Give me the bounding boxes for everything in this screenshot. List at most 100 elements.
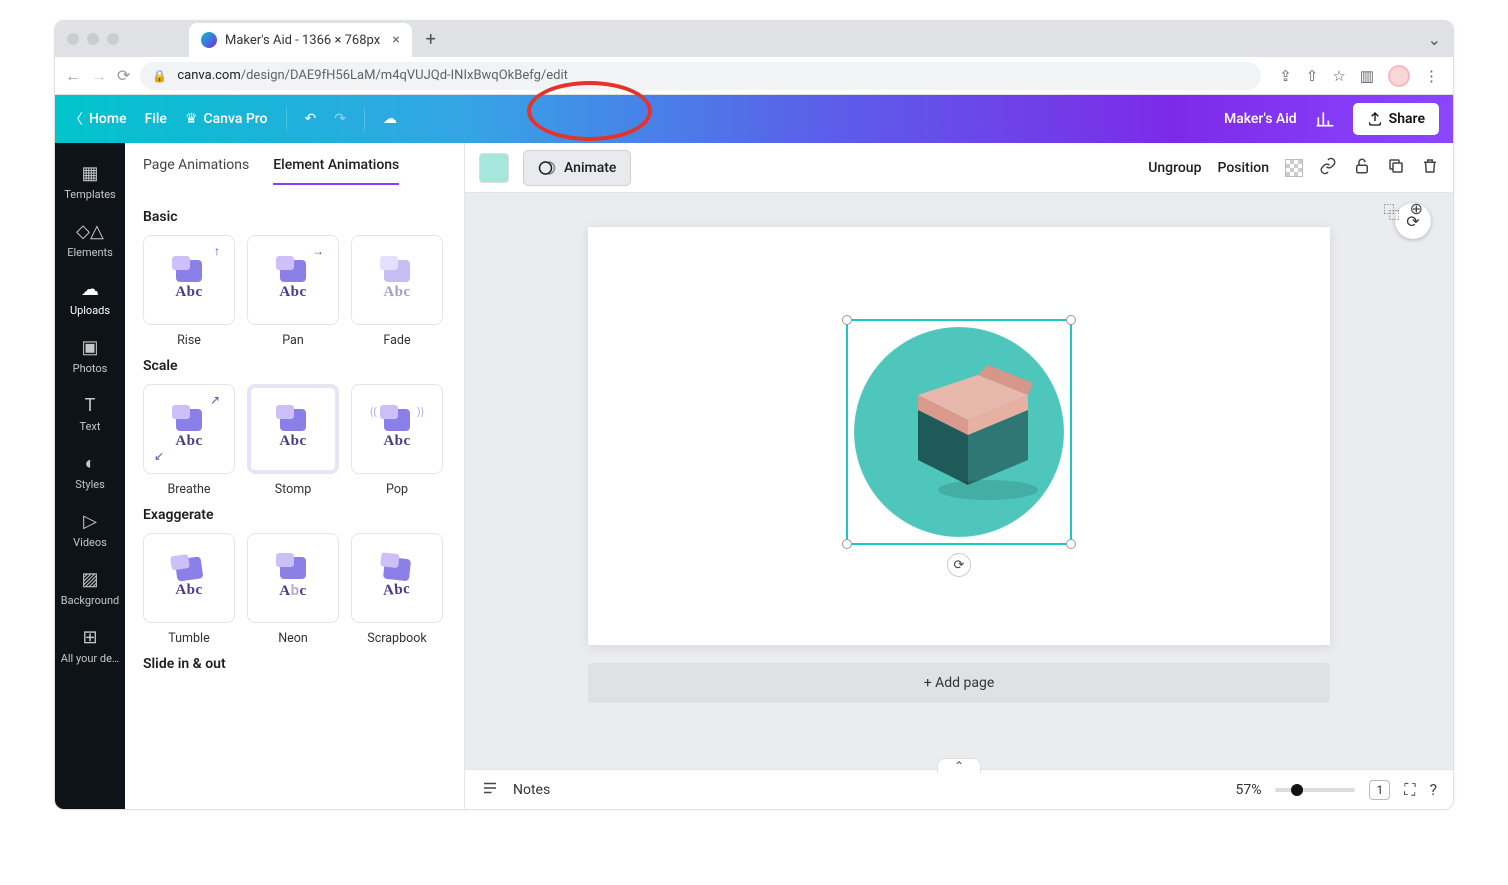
- browser-right-icons: ⇪ ⇧ ☆ ▥ ⋮: [1279, 65, 1439, 87]
- new-tab-button[interactable]: +: [426, 29, 436, 50]
- animations-tabs: Page Animations Element Animations: [125, 143, 464, 185]
- lock-icon: 🔒: [152, 69, 167, 83]
- project-name[interactable]: Maker's Aid: [1224, 111, 1297, 127]
- templates-icon: ▦: [81, 163, 98, 184]
- app-body: ▦Templates ◇△Elements ☁Uploads ▣Photos T…: [55, 143, 1453, 809]
- anim-stomp[interactable]: Abc: [247, 384, 339, 474]
- up-arrow-icon: ↑: [214, 244, 220, 258]
- collapse-panel-tab[interactable]: ⌃: [937, 758, 981, 773]
- crown-icon: ♛: [185, 111, 198, 127]
- rail-photos[interactable]: ▣Photos: [55, 327, 125, 385]
- design-page[interactable]: ⟳: [588, 227, 1330, 645]
- tab-title: Maker's Aid - 1366 × 768px: [225, 33, 380, 48]
- anim-neon[interactable]: Abc: [247, 533, 339, 623]
- elements-icon: ◇△: [76, 221, 104, 242]
- zoom-percentage[interactable]: 57%: [1235, 782, 1261, 798]
- page-count[interactable]: 1: [1369, 780, 1390, 800]
- notes-label[interactable]: Notes: [513, 782, 550, 798]
- videos-icon: ▷: [83, 511, 97, 532]
- selection-box[interactable]: ⟳: [846, 319, 1072, 545]
- position-button[interactable]: Position: [1217, 160, 1269, 176]
- trash-icon[interactable]: [1421, 157, 1439, 179]
- rail-background[interactable]: ▨Background: [55, 559, 125, 617]
- profile-avatar[interactable]: [1388, 65, 1410, 87]
- bookmark-icon[interactable]: ☆: [1332, 67, 1345, 85]
- kebab-menu-icon[interactable]: ⋮: [1424, 67, 1439, 85]
- section-scale: Scale: [143, 358, 446, 374]
- anim-pop[interactable]: (())Abc: [351, 384, 443, 474]
- close-tab-icon[interactable]: ×: [392, 32, 399, 48]
- zoom-slider[interactable]: [1275, 788, 1355, 792]
- browser-window: Maker's Aid - 1366 × 768px × + ⌄ ← → ⟳ 🔒…: [54, 20, 1454, 810]
- fullscreen-icon[interactable]: ⛶: [1404, 780, 1415, 800]
- undo-button[interactable]: ↶: [305, 111, 317, 127]
- notes-icon[interactable]: [481, 779, 499, 801]
- file-menu[interactable]: File: [145, 111, 167, 127]
- reload-icon[interactable]: ⟳: [117, 66, 130, 85]
- rail-styles[interactable]: ◐Styles: [55, 443, 125, 501]
- anim-scrapbook[interactable]: Abc: [351, 533, 443, 623]
- add-page-button[interactable]: + Add page: [588, 663, 1330, 703]
- link-icon[interactable]: [1319, 157, 1337, 179]
- right-arrow-icon: →: [312, 244, 324, 258]
- rail-text[interactable]: TText: [55, 385, 125, 443]
- canvas-area: Animate Ungroup Position: [465, 143, 1453, 809]
- sidepanel-icon[interactable]: ▥: [1360, 67, 1374, 85]
- tab-page-animations[interactable]: Page Animations: [143, 157, 249, 185]
- anim-rise[interactable]: ↑Abc: [143, 235, 235, 325]
- canva-topbar: 〈Home File ♛Canva Pro ↶ ↷ ☁ Maker's Aid …: [55, 95, 1453, 143]
- duplicate-icon[interactable]: [1387, 157, 1405, 179]
- rail-templates[interactable]: ▦Templates: [55, 153, 125, 211]
- share-url-icon[interactable]: ⇧: [1306, 67, 1319, 85]
- share-button[interactable]: Share: [1353, 103, 1439, 135]
- chevron-left-icon: 〈: [69, 109, 83, 129]
- lock-icon[interactable]: [1353, 157, 1371, 179]
- browser-tab[interactable]: Maker's Aid - 1366 × 768px ×: [189, 23, 412, 57]
- duplicate-page-icon[interactable]: ⿻: [1384, 199, 1400, 223]
- section-basic: Basic: [143, 209, 446, 225]
- url: canva.com/design/DAE9fH56LaM/m4qVUJQd-IN…: [177, 68, 568, 83]
- tab-overflow-icon[interactable]: ⌄: [1428, 30, 1441, 49]
- page-toolbar: ⿻ ⊕: [1384, 199, 1423, 223]
- home-button[interactable]: 〈Home: [69, 109, 127, 129]
- macos-titlebar: Maker's Aid - 1366 × 768px × + ⌄: [55, 21, 1453, 57]
- add-page-icon[interactable]: ⊕: [1410, 199, 1423, 223]
- tab-element-animations[interactable]: Element Animations: [273, 157, 399, 185]
- separator: [286, 107, 287, 131]
- anim-breathe[interactable]: ↗↙Abc: [143, 384, 235, 474]
- rail-elements[interactable]: ◇△Elements: [55, 211, 125, 269]
- styles-icon: ◐: [85, 453, 96, 474]
- anim-tumble[interactable]: Abc: [143, 533, 235, 623]
- animate-button[interactable]: Animate: [523, 150, 631, 186]
- box-image: [898, 345, 1038, 505]
- photos-icon: ▣: [81, 337, 98, 358]
- rail-videos[interactable]: ▷Videos: [55, 501, 125, 559]
- traffic-lights[interactable]: [67, 33, 119, 45]
- install-icon[interactable]: ⇪: [1279, 67, 1292, 85]
- anim-fade[interactable]: Abc: [351, 235, 443, 325]
- transparency-icon[interactable]: [1285, 159, 1303, 177]
- rail-all-designs[interactable]: ⊞All your de…: [55, 617, 125, 675]
- help-icon[interactable]: ?: [1429, 780, 1437, 799]
- context-toolbar: Animate Ungroup Position: [465, 143, 1453, 193]
- back-icon[interactable]: ←: [65, 66, 81, 86]
- animations-panel: Page Animations Element Animations Basic…: [125, 143, 465, 809]
- page-viewport[interactable]: ⟳ ⿻ ⊕: [465, 193, 1453, 769]
- background-icon: ▨: [81, 569, 98, 590]
- address-bar[interactable]: 🔒 canva.com/design/DAE9fH56LaM/m4qVUJQd-…: [140, 62, 1261, 90]
- cloud-sync-icon[interactable]: ☁: [383, 111, 397, 127]
- rail-uploads[interactable]: ☁Uploads: [55, 269, 125, 327]
- uploads-icon: ☁: [81, 279, 99, 300]
- redo-button: ↷: [334, 111, 346, 127]
- anim-pan[interactable]: →Abc: [247, 235, 339, 325]
- rotate-handle[interactable]: ⟳: [947, 553, 971, 577]
- nav-rail: ▦Templates ◇△Elements ☁Uploads ▣Photos T…: [55, 143, 125, 809]
- arrow-bl-icon: ↙: [154, 449, 164, 463]
- canva-pro-button[interactable]: ♛Canva Pro: [185, 111, 268, 127]
- arrow-tr-icon: ↗: [210, 393, 220, 407]
- ungroup-button[interactable]: Ungroup: [1148, 160, 1201, 176]
- color-swatch[interactable]: [479, 153, 509, 183]
- animations-list: Basic ↑AbcRise →AbcPan AbcFade Scale ↗↙A…: [125, 185, 464, 682]
- insights-icon[interactable]: [1315, 109, 1335, 129]
- section-slide: Slide in & out: [143, 656, 446, 672]
